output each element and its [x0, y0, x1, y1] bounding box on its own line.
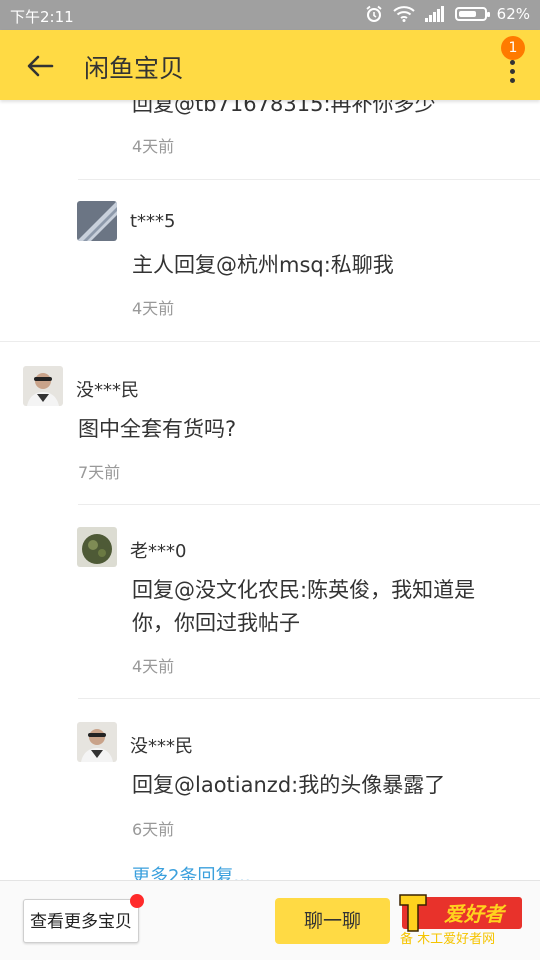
user-avatar[interactable] — [77, 201, 117, 241]
battery-icon — [454, 7, 490, 21]
status-bar: 下午2:11 62% — [0, 0, 540, 30]
divider — [78, 179, 540, 180]
chat-button[interactable]: 聊一聊 — [275, 898, 390, 944]
status-time: 下午2:11 — [10, 8, 74, 26]
reply-text: 回复@tb71678315:再补你多少 — [132, 100, 436, 116]
divider — [78, 504, 540, 505]
chat-button-label: 聊一聊 — [303, 910, 361, 932]
comment-text: 图中全套有货吗? — [78, 417, 237, 441]
reply-text: 回复@laotianzd:我的头像暴露了 — [132, 773, 446, 797]
reply-text-line: 回复@没文化农民:陈英俊，我知道是 — [132, 578, 476, 602]
user-name[interactable]: t***5 — [130, 211, 176, 232]
alarm-icon — [366, 5, 382, 22]
user-name[interactable]: 老***0 — [130, 537, 186, 563]
comment-list[interactable]: 回复@tb71678315:再补你多少 4天前 t***5 主人回复@杭州msq… — [0, 100, 540, 880]
bottom-bar: 查看更多宝贝 聊一聊 爱好者 备 木工爱好者网 — [0, 880, 540, 960]
more-replies-link[interactable]: 更多2条回复... — [132, 862, 251, 880]
wifi-icon — [392, 6, 415, 22]
view-more-items-button[interactable]: 查看更多宝贝 — [23, 894, 144, 943]
user-name[interactable]: 没***民 — [76, 376, 139, 402]
page-title: 闲鱼宝贝 — [84, 54, 185, 83]
divider — [78, 698, 540, 699]
reply-text: 主人回复@杭州msq:私聊我 — [132, 253, 394, 277]
status-icons: 62% — [365, 5, 530, 23]
ad-subtext: 备 木工爱好者网 — [400, 931, 495, 947]
view-more-items-label: 查看更多宝贝 — [30, 912, 132, 932]
divider — [0, 341, 540, 342]
reply-time: 4天前 — [132, 137, 175, 156]
reply-time: 6天前 — [132, 820, 175, 839]
back-arrow-icon[interactable] — [24, 50, 56, 82]
ad-text: 爱好者 — [444, 902, 507, 926]
reply-time: 4天前 — [132, 299, 175, 318]
battery-percent: 62% — [496, 5, 530, 23]
reply-time: 4天前 — [132, 657, 175, 676]
more-menu-icon[interactable] — [506, 60, 518, 86]
user-avatar[interactable] — [77, 722, 117, 762]
reply-text: 回复@没文化农民:陈英俊，我知道是 你，你回过我帖子 — [132, 574, 475, 640]
top-bar: 闲鱼宝贝 1 — [0, 30, 540, 100]
signal-icon — [424, 6, 444, 22]
user-name[interactable]: 没***民 — [130, 732, 193, 758]
user-avatar[interactable] — [77, 527, 117, 567]
watermark-logo: 爱好者 备 木工爱好者网 — [399, 894, 522, 947]
comment-time: 7天前 — [78, 463, 121, 482]
red-dot-badge — [130, 894, 144, 908]
notification-badge: 1 — [501, 36, 525, 60]
user-avatar[interactable] — [23, 366, 63, 406]
reply-text-line: 你，你回过我帖子 — [132, 611, 300, 635]
